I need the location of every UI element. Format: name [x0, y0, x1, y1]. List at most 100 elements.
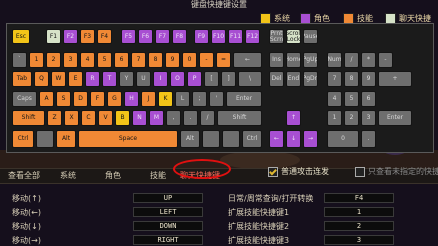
key-e[interactable]: E	[68, 71, 83, 87]
key-sym3-11[interactable]: '	[209, 91, 224, 107]
key-sym2-12[interactable]: ]	[221, 71, 236, 87]
key-sym3-10[interactable]: ;	[192, 91, 207, 107]
key-sym1-20[interactable]: -	[378, 52, 393, 68]
key-z[interactable]: Z	[47, 110, 62, 126]
tab-3[interactable]: 技能	[150, 169, 166, 183]
key-u[interactable]: U	[136, 71, 151, 87]
key-sym4-12[interactable]: ↑	[286, 110, 301, 126]
key-enter[interactable]: Enter	[378, 110, 412, 126]
key-scrolllock[interactable]: Scroll Lock	[286, 29, 301, 44]
key-ctrl[interactable]: Ctrl	[12, 130, 34, 148]
key-f4[interactable]: F4	[97, 29, 112, 44]
binding-key-field[interactable]: 2	[324, 221, 394, 231]
key-f[interactable]: F	[90, 91, 105, 107]
tab-1[interactable]: 系统	[60, 169, 76, 183]
key-h[interactable]: H	[124, 91, 139, 107]
key-q[interactable]: Q	[34, 71, 49, 87]
key-7[interactable]: 7	[131, 52, 146, 68]
key-alt[interactable]: Alt	[180, 130, 200, 148]
key-sym2-11[interactable]: [	[204, 71, 219, 87]
key-f6[interactable]: F6	[138, 29, 153, 44]
key-sym4-8[interactable]: ,	[166, 110, 181, 126]
key-sym4-10[interactable]: /	[200, 110, 215, 126]
key-l[interactable]: L	[175, 91, 190, 107]
key-sym1-0[interactable]: `	[12, 52, 27, 68]
key-f11[interactable]: F11	[228, 29, 243, 44]
key-1[interactable]: 1	[29, 52, 44, 68]
key-2[interactable]: 2	[46, 52, 61, 68]
key-3[interactable]: 3	[63, 52, 78, 68]
binding-key-field[interactable]: F4	[324, 193, 394, 203]
key-f1[interactable]: F1	[46, 29, 61, 44]
key-7[interactable]: 7	[327, 71, 342, 87]
key-caps[interactable]: Caps	[12, 91, 37, 107]
key-tab[interactable]: Tab	[12, 71, 32, 87]
key-2[interactable]: 2	[344, 110, 359, 126]
checkbox-icon[interactable]	[355, 166, 365, 177]
key-sym2-20[interactable]: +	[378, 71, 412, 87]
key-blank[interactable]	[202, 130, 220, 148]
key-4[interactable]: 4	[80, 52, 95, 68]
key-pgdn[interactable]: PgDn	[303, 71, 318, 87]
key-del[interactable]: Del	[269, 71, 284, 87]
key-prntscrn[interactable]: Prnt Scrn	[269, 29, 284, 44]
key-sym2-13[interactable]: \	[238, 71, 262, 87]
key-3[interactable]: 3	[361, 110, 376, 126]
key-sym5-8[interactable]: ←	[269, 130, 284, 148]
key-j[interactable]: J	[141, 91, 156, 107]
key-n[interactable]: N	[132, 110, 147, 126]
key-5[interactable]: 5	[97, 52, 112, 68]
key-sym5-9[interactable]: ↓	[286, 130, 301, 148]
key-enter[interactable]: Enter	[226, 91, 262, 107]
key-a[interactable]: A	[39, 91, 54, 107]
key-c[interactable]: C	[81, 110, 96, 126]
key-5[interactable]: 5	[344, 91, 359, 107]
checkbox-icon[interactable]	[268, 166, 278, 177]
binding-key-field[interactable]: DOWN	[133, 221, 203, 231]
key-f7[interactable]: F7	[155, 29, 170, 44]
key-space[interactable]: Space	[78, 130, 178, 148]
key-pause[interactable]: Pause	[303, 29, 318, 44]
key-i[interactable]: I	[153, 71, 168, 87]
key-w[interactable]: W	[51, 71, 66, 87]
key-end[interactable]: End	[286, 71, 301, 87]
key-f9[interactable]: F9	[194, 29, 209, 44]
key-v[interactable]: V	[98, 110, 113, 126]
key-pgup[interactable]: PgUp	[303, 52, 318, 68]
key-sym1-19[interactable]: *	[361, 52, 376, 68]
key-sym1-18[interactable]: /	[344, 52, 359, 68]
key-f12[interactable]: F12	[245, 29, 260, 44]
key-4[interactable]: 4	[327, 91, 342, 107]
key-9[interactable]: 9	[165, 52, 180, 68]
key-8[interactable]: 8	[148, 52, 163, 68]
key-9[interactable]: 9	[361, 71, 376, 87]
key-ctrl[interactable]: Ctrl	[242, 130, 262, 148]
key-sym1-12[interactable]: =	[216, 52, 231, 68]
key-p[interactable]: P	[187, 71, 202, 87]
key-k[interactable]: K	[158, 91, 173, 107]
key-r[interactable]: R	[85, 71, 100, 87]
key-f2[interactable]: F2	[63, 29, 78, 44]
key-sym4-9[interactable]: .	[183, 110, 198, 126]
tab-0[interactable]: 查看全部	[8, 169, 40, 183]
key-blank[interactable]	[222, 130, 240, 148]
key-y[interactable]: Y	[119, 71, 134, 87]
key-esc[interactable]: Esc	[12, 29, 30, 44]
key-sym5-12[interactable]: .	[361, 130, 376, 148]
key-shift[interactable]: Shift	[12, 110, 45, 126]
key-b[interactable]: B	[115, 110, 130, 126]
key-ins[interactable]: Ins	[269, 52, 284, 68]
key-sym1-13[interactable]: ←	[233, 52, 262, 68]
key-f5[interactable]: F5	[121, 29, 136, 44]
show-unassigned-only-option[interactable]: 只查看未指定的快捷	[355, 166, 438, 177]
key-shift[interactable]: Shift	[217, 110, 262, 126]
key-1[interactable]: 1	[327, 110, 342, 126]
key-t[interactable]: T	[102, 71, 117, 87]
key-s[interactable]: S	[56, 91, 71, 107]
key-0[interactable]: 0	[327, 130, 359, 148]
key-6[interactable]: 6	[114, 52, 129, 68]
tab-2[interactable]: 角色	[105, 169, 121, 183]
key-8[interactable]: 8	[344, 71, 359, 87]
binding-key-field[interactable]: UP	[133, 193, 203, 203]
key-f8[interactable]: F8	[172, 29, 187, 44]
